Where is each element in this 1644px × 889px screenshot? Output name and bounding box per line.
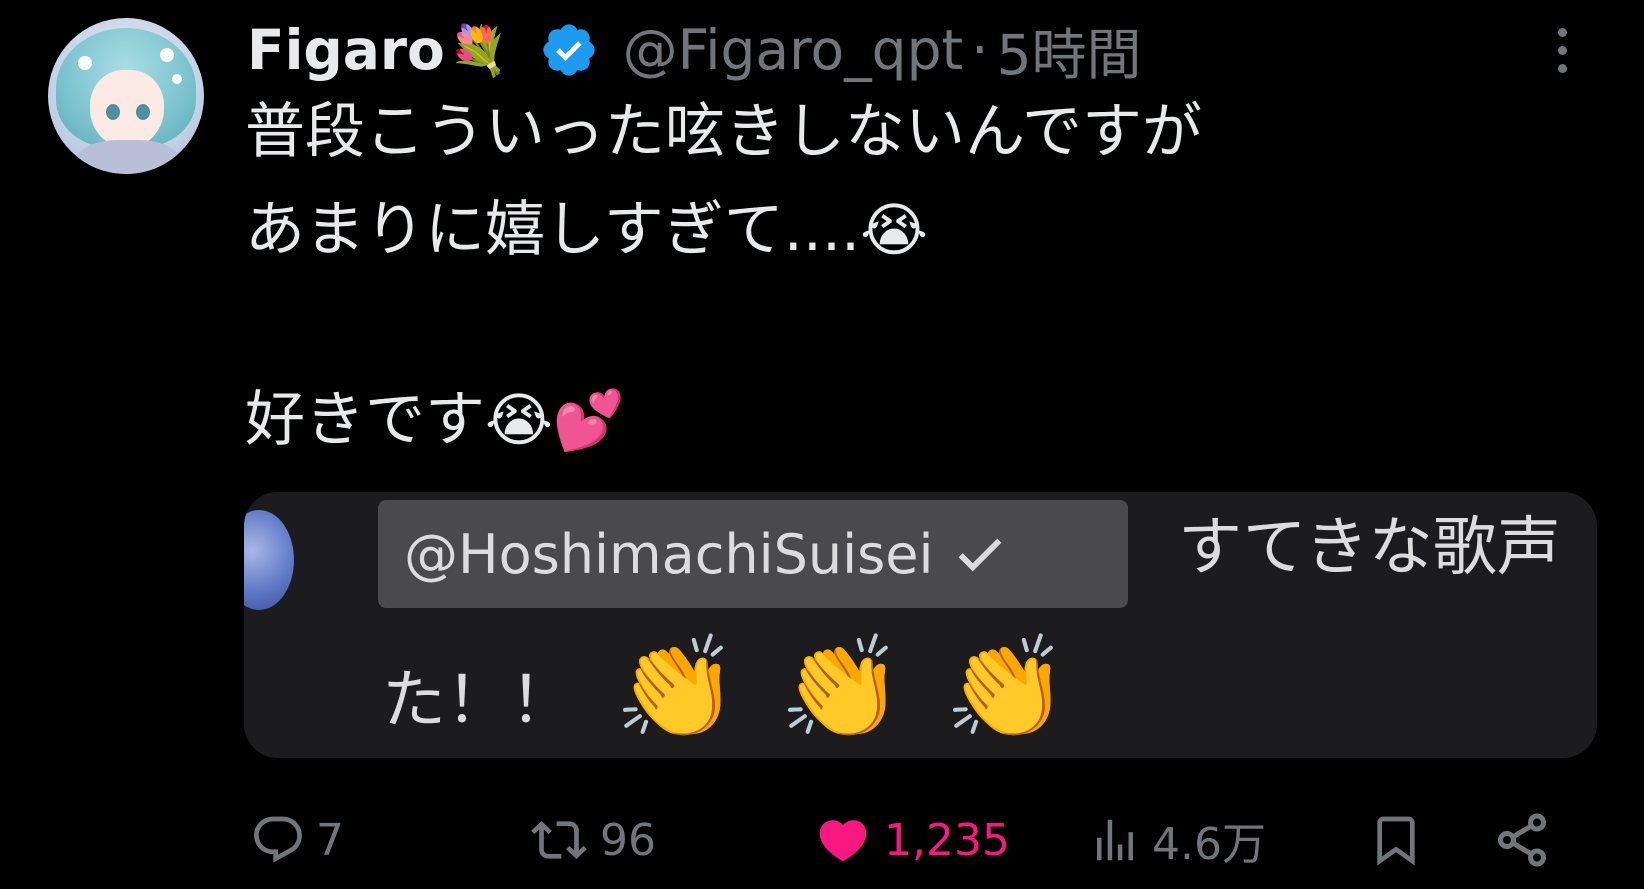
quoted-text: た！！ [382,664,574,738]
action-bar: 7 96 1,235 4.6万 [0,800,1644,880]
two-hearts-emoji: 💕 [552,386,625,454]
reply-count: 7 [316,814,344,866]
retweet-count: 96 [600,814,656,866]
avatar-face [90,70,164,148]
tweet-header: Figaro 💐 @Figaro_qpt · 5時間 [247,10,1142,90]
views-count: 4.6万 [1152,819,1266,870]
quoted-avatar [244,510,294,610]
avatar-flower [160,48,174,62]
heart-icon [819,820,867,862]
mention-handle: @HoshimachiSuisei [404,522,934,586]
avatar-eye-left [106,104,120,120]
clapping-emoji: 👏 [779,629,904,746]
author-avatar[interactable] [48,18,204,174]
more-icon[interactable] [1554,26,1570,74]
author-name[interactable]: Figaro [247,18,445,82]
tweet-timestamp[interactable]: 5時間 [997,10,1142,90]
avatar-eye-right [136,104,150,120]
retweet-icon [531,821,587,859]
bouquet-emoji: 💐 [448,22,509,79]
views-icon [1097,819,1133,861]
views-button[interactable]: 4.6万 [1088,800,1266,880]
crying-emoji: 😭 [485,386,553,454]
share-button[interactable] [1492,800,1552,880]
clapping-emoji: 👏 [614,629,739,746]
like-count: 1,235 [884,814,1010,866]
tweet-text: あまりに嬉しすぎて.... [245,195,861,265]
tweet-text: 好きです [245,385,485,455]
retweet-button[interactable]: 96 [528,800,656,880]
reply-button[interactable]: 7 [250,800,344,880]
tweet-text-line: あまりに嬉しすぎて....😭 [245,200,928,260]
verified-badge-icon[interactable] [539,20,599,80]
check-icon [959,538,1002,572]
bookmark-icon [1377,816,1415,866]
avatar-body [74,140,182,174]
quoted-post[interactable]: @HoshimachiSuisei すてきな歌声 た！！ 👏 👏 👏 [244,492,1597,758]
clapping-emoji: 👏 [944,629,1069,746]
tweet-text-line: 好きです😭💕 [245,390,625,450]
quoted-text: すてきな歌声 [1178,511,1561,585]
reply-icon [254,816,302,863]
avatar-flower [172,74,182,84]
mention-chip[interactable]: @HoshimachiSuisei [378,500,1128,608]
tweet-text: 普段こういった呟きしないんですが [245,97,1202,167]
tweet-text-line: 普段こういった呟きしないんですが [245,102,1202,162]
header-separator: · [971,18,989,82]
share-icon [1498,813,1546,867]
quoted-text-line: た！！ 👏 👏 👏 [382,638,1069,738]
like-button[interactable]: 1,235 [812,800,1010,880]
author-handle[interactable]: @Figaro_qpt [623,18,963,82]
crying-emoji: 😭 [860,196,928,264]
bookmark-button[interactable] [1368,800,1424,880]
avatar-flower [78,56,92,70]
